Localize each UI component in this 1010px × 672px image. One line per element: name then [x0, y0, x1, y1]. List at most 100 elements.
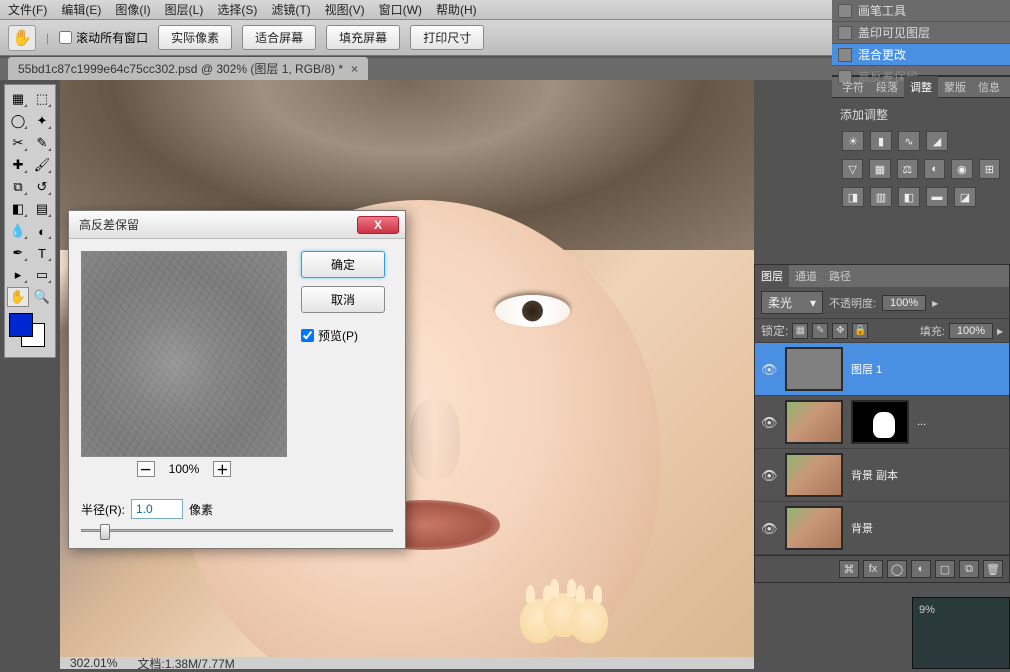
layer-mask-icon[interactable]: ◯ — [887, 560, 907, 578]
layer-row[interactable]: 👁 背景 副本 — [755, 449, 1009, 502]
menu-view[interactable]: 视图(V) — [325, 1, 365, 18]
menu-layer[interactable]: 图层(L) — [165, 1, 204, 18]
actual-pixels-button[interactable]: 实际像素 — [158, 25, 232, 50]
menu-edit[interactable]: 编辑(E) — [61, 1, 101, 18]
menu-help[interactable]: 帮助(H) — [436, 1, 477, 18]
balance-icon[interactable]: ⚖ — [897, 159, 918, 179]
threshold-icon[interactable]: ◧ — [898, 187, 920, 207]
scroll-all-checkbox[interactable]: 滚动所有窗口 — [59, 29, 148, 46]
visibility-icon[interactable]: 👁 — [761, 415, 777, 429]
photo-filter-icon[interactable]: ◉ — [951, 159, 972, 179]
history-item-selected[interactable]: 混合更改 — [832, 44, 1010, 66]
history-brush-tool[interactable]: ↺ — [31, 177, 53, 197]
layer-row[interactable]: 👁 背景 — [755, 502, 1009, 555]
zoom-out-button[interactable]: － — [137, 461, 155, 477]
print-size-button[interactable]: 打印尺寸 — [410, 25, 484, 50]
stamp-tool[interactable]: ⧉ — [7, 177, 29, 197]
new-layer-icon[interactable]: ⧉ — [959, 560, 979, 578]
gradient-tool[interactable]: ▤ — [31, 199, 53, 219]
layer-thumbnail[interactable] — [785, 506, 843, 550]
layer-thumbnail[interactable] — [785, 453, 843, 497]
ok-button[interactable]: 确定 — [301, 251, 385, 278]
tab-channels[interactable]: 通道 — [789, 265, 823, 287]
menu-filter[interactable]: 滤镜(T) — [271, 1, 310, 18]
delete-layer-icon[interactable]: 🗑 — [983, 560, 1003, 578]
history-item[interactable]: 盖印可见图层 — [832, 22, 1010, 44]
hand-tool[interactable]: ✋ — [7, 287, 29, 307]
link-layers-icon[interactable]: ⌘ — [839, 560, 859, 578]
layer-row[interactable]: 👁 ... — [755, 396, 1009, 449]
tab-layers[interactable]: 图层 — [755, 265, 789, 287]
menu-file[interactable]: 文件(F) — [8, 1, 47, 18]
eraser-tool[interactable]: ◧ — [7, 199, 29, 219]
invert-icon[interactable]: ◨ — [842, 187, 864, 207]
fill-input[interactable]: 100% — [949, 323, 993, 339]
color-swatches[interactable] — [7, 313, 51, 353]
tab-paragraph[interactable]: 段落 — [870, 76, 904, 98]
document-tab[interactable]: 55bd1c87c1999e64c75cc302.psd @ 302% (图层 … — [8, 57, 368, 80]
layer-name[interactable]: 图层 1 — [851, 361, 1003, 377]
move-tool[interactable]: ▦ — [7, 89, 29, 109]
visibility-icon[interactable]: 👁 — [761, 362, 777, 376]
healing-tool[interactable]: ✚ — [7, 155, 29, 175]
lock-transparent-icon[interactable]: ▦ — [792, 323, 808, 339]
type-tool[interactable]: T — [31, 243, 53, 263]
visibility-icon[interactable]: 👁 — [761, 521, 777, 535]
vibrance-icon[interactable]: ▽ — [842, 159, 863, 179]
menu-select[interactable]: 选择(S) — [217, 1, 257, 18]
gradient-map-icon[interactable]: ▬ — [926, 187, 948, 207]
brush-tool[interactable]: 🖌 — [31, 155, 53, 175]
history-item[interactable]: 画笔工具 — [832, 0, 1010, 22]
slider-thumb[interactable] — [100, 524, 110, 540]
blur-tool[interactable]: 💧 — [7, 221, 29, 241]
navigator-panel[interactable]: 9% — [912, 597, 1010, 669]
layer-thumbnail[interactable] — [785, 347, 843, 391]
wand-tool[interactable]: ✦ — [31, 111, 53, 131]
lock-position-icon[interactable]: ✥ — [832, 323, 848, 339]
adjustment-layer-icon[interactable]: ◐ — [911, 560, 931, 578]
menu-image[interactable]: 图像(I) — [115, 1, 150, 18]
fill-screen-button[interactable]: 填充屏幕 — [326, 25, 400, 50]
hand-tool-icon[interactable]: ✋ — [8, 25, 36, 51]
close-icon[interactable]: X — [357, 216, 399, 234]
layer-thumbnail[interactable] — [785, 400, 843, 444]
menu-window[interactable]: 窗口(W) — [379, 1, 422, 18]
tab-adjustments[interactable]: 调整 — [904, 76, 938, 98]
dodge-tool[interactable]: ◐ — [31, 221, 53, 241]
selective-color-icon[interactable]: ◪ — [954, 187, 976, 207]
brightness-icon[interactable]: ☀ — [842, 131, 864, 151]
lasso-tool[interactable]: ◯ — [7, 111, 29, 131]
cancel-button[interactable]: 取消 — [301, 286, 385, 313]
exposure-icon[interactable]: ◢ — [926, 131, 948, 151]
bw-icon[interactable]: ◐ — [924, 159, 945, 179]
hue-icon[interactable]: ▦ — [869, 159, 890, 179]
blend-mode-select[interactable]: 柔光▾ — [761, 291, 823, 314]
shape-tool[interactable]: ▭ — [31, 265, 53, 285]
lock-all-icon[interactable]: 🔒 — [852, 323, 868, 339]
crop-tool[interactable]: ✂ — [7, 133, 29, 153]
group-icon[interactable]: ▢ — [935, 560, 955, 578]
radius-slider[interactable] — [69, 529, 405, 548]
marquee-tool[interactable]: ⬚ — [31, 89, 53, 109]
fit-screen-button[interactable]: 适合屏幕 — [242, 25, 316, 50]
tab-paths[interactable]: 路径 — [823, 265, 857, 287]
eyedropper-tool[interactable]: ✎ — [31, 133, 53, 153]
path-tool[interactable]: ▸ — [7, 265, 29, 285]
opacity-input[interactable]: 100% — [882, 295, 926, 311]
layer-name[interactable]: 背景 副本 — [851, 467, 1003, 483]
radius-input[interactable] — [131, 499, 183, 519]
tab-masks[interactable]: 蒙版 — [938, 76, 972, 98]
visibility-icon[interactable]: 👁 — [761, 468, 777, 482]
tab-character[interactable]: 字符 — [836, 76, 870, 98]
levels-icon[interactable]: ▮ — [870, 131, 892, 151]
tab-info[interactable]: 信息 — [972, 76, 1006, 98]
layer-mask-thumbnail[interactable] — [851, 400, 909, 444]
layer-row[interactable]: 👁 图层 1 — [755, 343, 1009, 396]
dialog-titlebar[interactable]: 高反差保留 X — [69, 211, 405, 239]
channel-mixer-icon[interactable]: ⊞ — [979, 159, 1000, 179]
lock-pixels-icon[interactable]: ✎ — [812, 323, 828, 339]
zoom-in-button[interactable]: ＋ — [213, 461, 231, 477]
preview-checkbox[interactable]: 预览(P) — [301, 327, 385, 344]
foreground-color[interactable] — [9, 313, 33, 337]
curves-icon[interactable]: ∿ — [898, 131, 920, 151]
